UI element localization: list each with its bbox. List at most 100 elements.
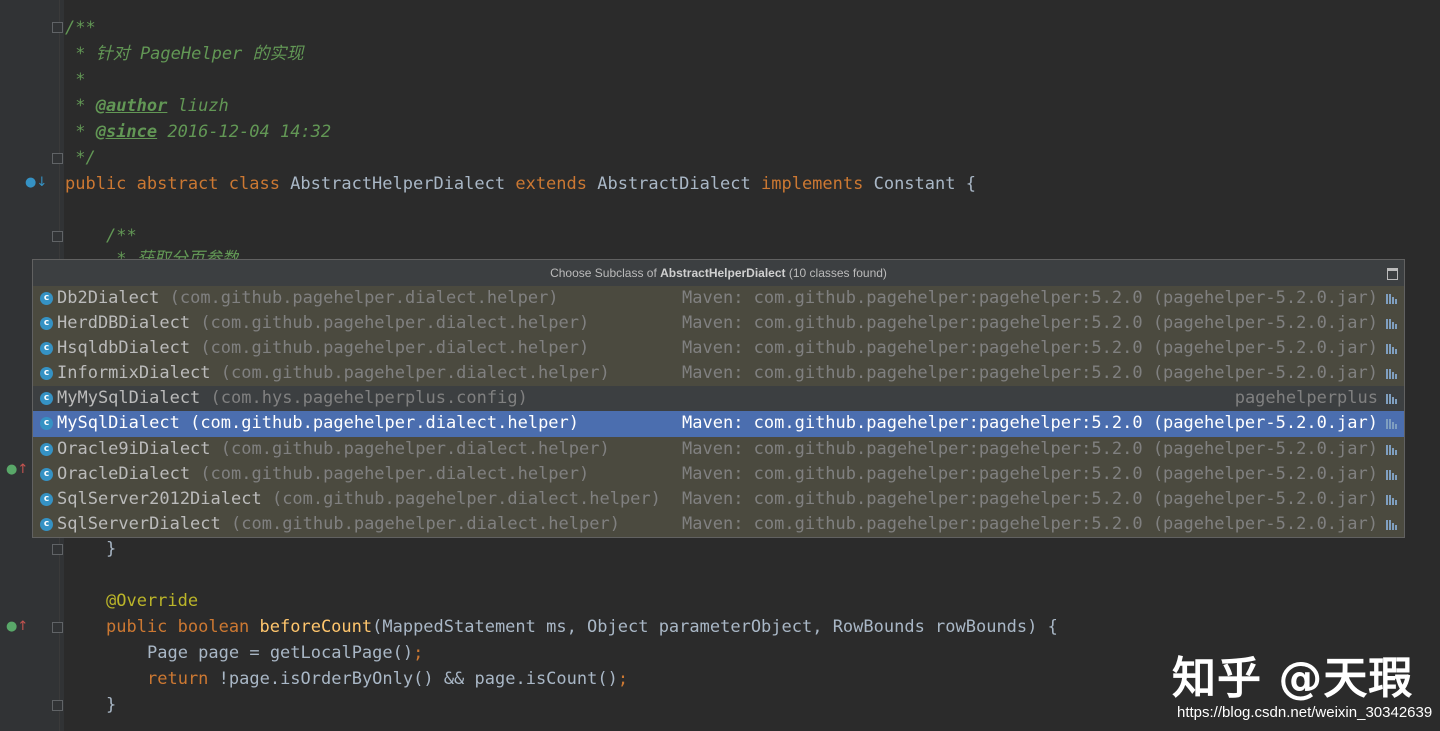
overrides-method-icon[interactable]: ●↑	[6, 619, 28, 634]
javadoc-line: *	[65, 70, 86, 90]
library-icon	[1386, 519, 1398, 530]
subclass-name: MyMySqlDialect	[57, 388, 201, 409]
library-icon	[1386, 319, 1398, 330]
library-icon	[1386, 394, 1398, 405]
subclass-package: (com.github.pagehelper.dialect.helper)	[220, 363, 610, 384]
subclass-location: Maven: com.github.pagehelper:pagehelper:…	[682, 513, 1378, 534]
subclass-location: Maven: com.github.pagehelper:pagehelper:…	[682, 463, 1378, 484]
subclass-label: SqlServerDialect (com.github.pagehelper.…	[57, 512, 620, 537]
subclass-name: OracleDialect	[57, 463, 191, 484]
library-icon	[1386, 494, 1398, 505]
subclass-item[interactable]: c HsqldbDialect (com.github.pagehelper.di…	[33, 336, 1404, 361]
class-icon: c	[40, 467, 53, 481]
pin-window-icon[interactable]	[1387, 268, 1398, 280]
javadoc-author-tag: @author	[95, 96, 168, 116]
subclass-item[interactable]: c Db2Dialect (com.github.pagehelper.diale…	[33, 286, 1404, 311]
subclass-item[interactable]: c SqlServerDialect (com.github.pagehelper…	[33, 512, 1404, 537]
class-icon: c	[40, 317, 53, 331]
class-icon: c	[40, 517, 53, 531]
library-icon	[1386, 444, 1398, 455]
subclass-item[interactable]: c MySqlDialect (com.github.pagehelper.dia…	[33, 411, 1404, 437]
subclass-name: SqlServerDialect	[57, 513, 221, 534]
subclass-label: HsqldbDialect (com.github.pagehelper.dia…	[57, 336, 589, 361]
subclass-label: SqlServer2012Dialect (com.github.pagehel…	[57, 487, 661, 512]
subclass-package: (com.github.pagehelper.dialect.helper)	[200, 313, 590, 334]
subclass-label: OracleDialect (com.github.pagehelper.dia…	[57, 462, 589, 487]
subclass-location: Maven: com.github.pagehelper:pagehelper:…	[682, 363, 1378, 384]
fold-marker[interactable]	[52, 544, 63, 555]
subclass-name: HsqldbDialect	[57, 338, 191, 359]
subclass-item[interactable]: c OracleDialect (com.github.pagehelper.di…	[33, 462, 1404, 487]
subclass-label: MyMySqlDialect (com.hys.pagehelperplus.c…	[57, 386, 528, 411]
watermark-url: https://blog.csdn.net/weixin_30342639	[1177, 704, 1433, 721]
subclass-package: (com.github.pagehelper.dialect.helper)	[200, 463, 590, 484]
javadoc-partial: * 获取分页参数	[106, 249, 239, 259]
subclass-location: Maven: com.github.pagehelper:pagehelper:…	[682, 438, 1378, 459]
subclass-label: MySqlDialect (com.github.pagehelper.dial…	[57, 411, 579, 436]
subclass-label: InformixDialect (com.github.pagehelper.d…	[57, 361, 610, 386]
javadoc-since: * @since 2016-12-04 14:32	[65, 122, 332, 142]
implemented-by-icon[interactable]: ●↓	[25, 175, 47, 190]
subclass-location: Maven: com.github.pagehelper:pagehelper:…	[682, 288, 1378, 308]
method-declaration: public boolean beforeCount(MappedStateme…	[106, 617, 1058, 637]
subclass-package: (com.github.pagehelper.dialect.helper)	[271, 488, 661, 509]
subclass-package: (com.github.pagehelper.dialect.helper)	[200, 338, 590, 359]
override-annotation: @Override	[106, 591, 199, 611]
subclass-item[interactable]: c Oracle9iDialect (com.github.pagehelper.…	[33, 437, 1404, 462]
library-icon	[1386, 419, 1398, 430]
library-icon	[1386, 294, 1398, 304]
subclass-location: Maven: com.github.pagehelper:pagehelper:…	[682, 488, 1378, 509]
library-icon	[1386, 344, 1398, 355]
close-brace: }	[106, 539, 117, 559]
javadoc-open: /**	[106, 226, 137, 246]
subclass-label: Db2Dialect (com.github.pagehelper.dialec…	[57, 286, 559, 311]
subclass-name: HerdDBDialect	[57, 313, 191, 334]
library-icon	[1386, 369, 1398, 380]
fold-marker[interactable]	[52, 153, 63, 164]
method-body-line: Page page = getLocalPage();	[147, 643, 424, 663]
fold-marker[interactable]	[52, 622, 63, 633]
subclass-label: Oracle9iDialect (com.github.pagehelper.d…	[57, 437, 610, 462]
subclass-name: SqlServer2012Dialect	[57, 488, 262, 509]
close-brace: }	[106, 695, 117, 715]
watermark-brand: 知乎 @天瑕	[1172, 653, 1414, 704]
subclass-item[interactable]: c MyMySqlDialect (com.hys.pagehelperplus.…	[33, 386, 1404, 412]
subclass-name: InformixDialect	[57, 363, 211, 384]
javadoc-author: * @author liuzh	[65, 96, 229, 116]
subclass-location: Maven: com.github.pagehelper:pagehelper:…	[682, 313, 1378, 334]
subclass-package: (com.github.pagehelper.dialect.helper)	[231, 513, 620, 534]
subclass-item[interactable]: c HerdDBDialect (com.github.pagehelper.di…	[33, 311, 1404, 336]
subclass-item[interactable]: c InformixDialect (com.github.pagehelper.…	[33, 361, 1404, 386]
class-icon: c	[40, 492, 53, 506]
javadoc-close: */	[65, 148, 96, 168]
subclass-package: (com.github.pagehelper.dialect.helper)	[220, 438, 610, 459]
subclass-package: (com.hys.pagehelperplus.config)	[210, 388, 528, 409]
method-name: beforeCount	[259, 617, 373, 637]
class-icon: c	[40, 367, 53, 381]
subclass-name: Db2Dialect	[57, 288, 160, 308]
subclass-item[interactable]: c SqlServer2012Dialect (com.github.pagehe…	[33, 487, 1404, 512]
subclass-list: c Db2Dialect (com.github.pagehelper.diale…	[33, 286, 1404, 537]
class-icon: c	[40, 342, 53, 356]
subclass-package: (com.github.pagehelper.dialect.helper)	[190, 413, 580, 434]
choose-subclass-popup[interactable]: Choose Subclass of AbstractHelperDialect…	[32, 259, 1405, 538]
fold-marker[interactable]	[52, 231, 63, 242]
overrides-method-icon[interactable]: ●↑	[6, 462, 28, 477]
subclass-location: pagehelperplus	[1234, 388, 1378, 409]
library-icon	[1386, 469, 1398, 480]
subclass-package: (com.github.pagehelper.dialect.helper)	[169, 288, 559, 308]
class-name: AbstractHelperDialect	[279, 174, 516, 194]
javadoc-description: * 针对 PageHelper 的实现	[65, 44, 304, 64]
class-declaration: public abstract class AbstractHelperDial…	[65, 174, 976, 194]
fold-marker[interactable]	[52, 700, 63, 711]
popup-title: Choose Subclass of AbstractHelperDialect…	[33, 260, 1404, 286]
subclass-location: Maven: com.github.pagehelper:pagehelper:…	[682, 413, 1378, 434]
javadoc-since-tag: @since	[95, 122, 158, 142]
method-return-line: return !page.isOrderByOnly() && page.isC…	[147, 669, 629, 689]
class-icon: c	[40, 442, 53, 456]
fold-marker[interactable]	[52, 22, 63, 33]
class-icon: c	[40, 292, 53, 305]
class-icon: c	[40, 417, 53, 431]
subclass-label: HerdDBDialect (com.github.pagehelper.dia…	[57, 311, 589, 336]
javadoc-open: /**	[65, 18, 96, 38]
